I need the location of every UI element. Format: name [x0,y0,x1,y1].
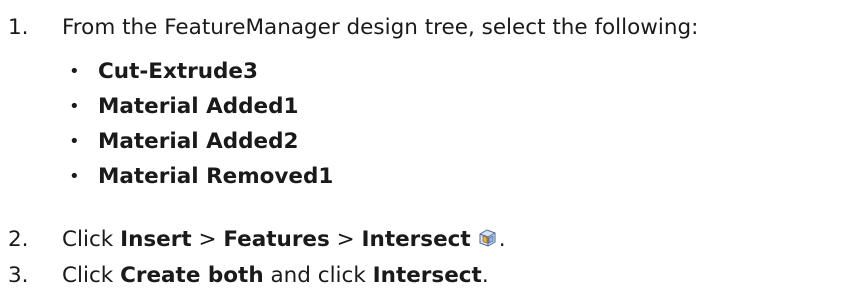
feature-name: Material Added2 [98,129,299,154]
menu-insert: Insert [120,227,192,252]
bullet-icon: • [69,96,80,117]
feature-name: Cut-Extrude3 [98,59,258,84]
option-create-both: Create both [120,263,264,288]
feature-name: Material Removed1 [98,164,334,189]
feature-name: Material Added1 [98,94,299,119]
bullet-icon: • [69,131,80,152]
bullet-icon: • [69,166,80,187]
instruction-document: 1. From the FeatureManager design tree, … [0,0,857,303]
step-number: 1. [8,15,29,40]
step-text: Click Insert > Features > Intersect . [62,227,506,252]
step-text: Click Create both and click Intersect. [62,263,489,288]
step-text: From the FeatureManager design tree, sel… [62,15,699,40]
bullet-icon: • [69,61,80,82]
menu-intersect: Intersect [361,227,471,252]
button-intersect: Intersect [372,263,482,288]
step-number: 2. [8,227,29,252]
menu-features: Features [223,227,330,252]
step-number: 3. [8,263,29,288]
intersect-icon [479,229,496,247]
